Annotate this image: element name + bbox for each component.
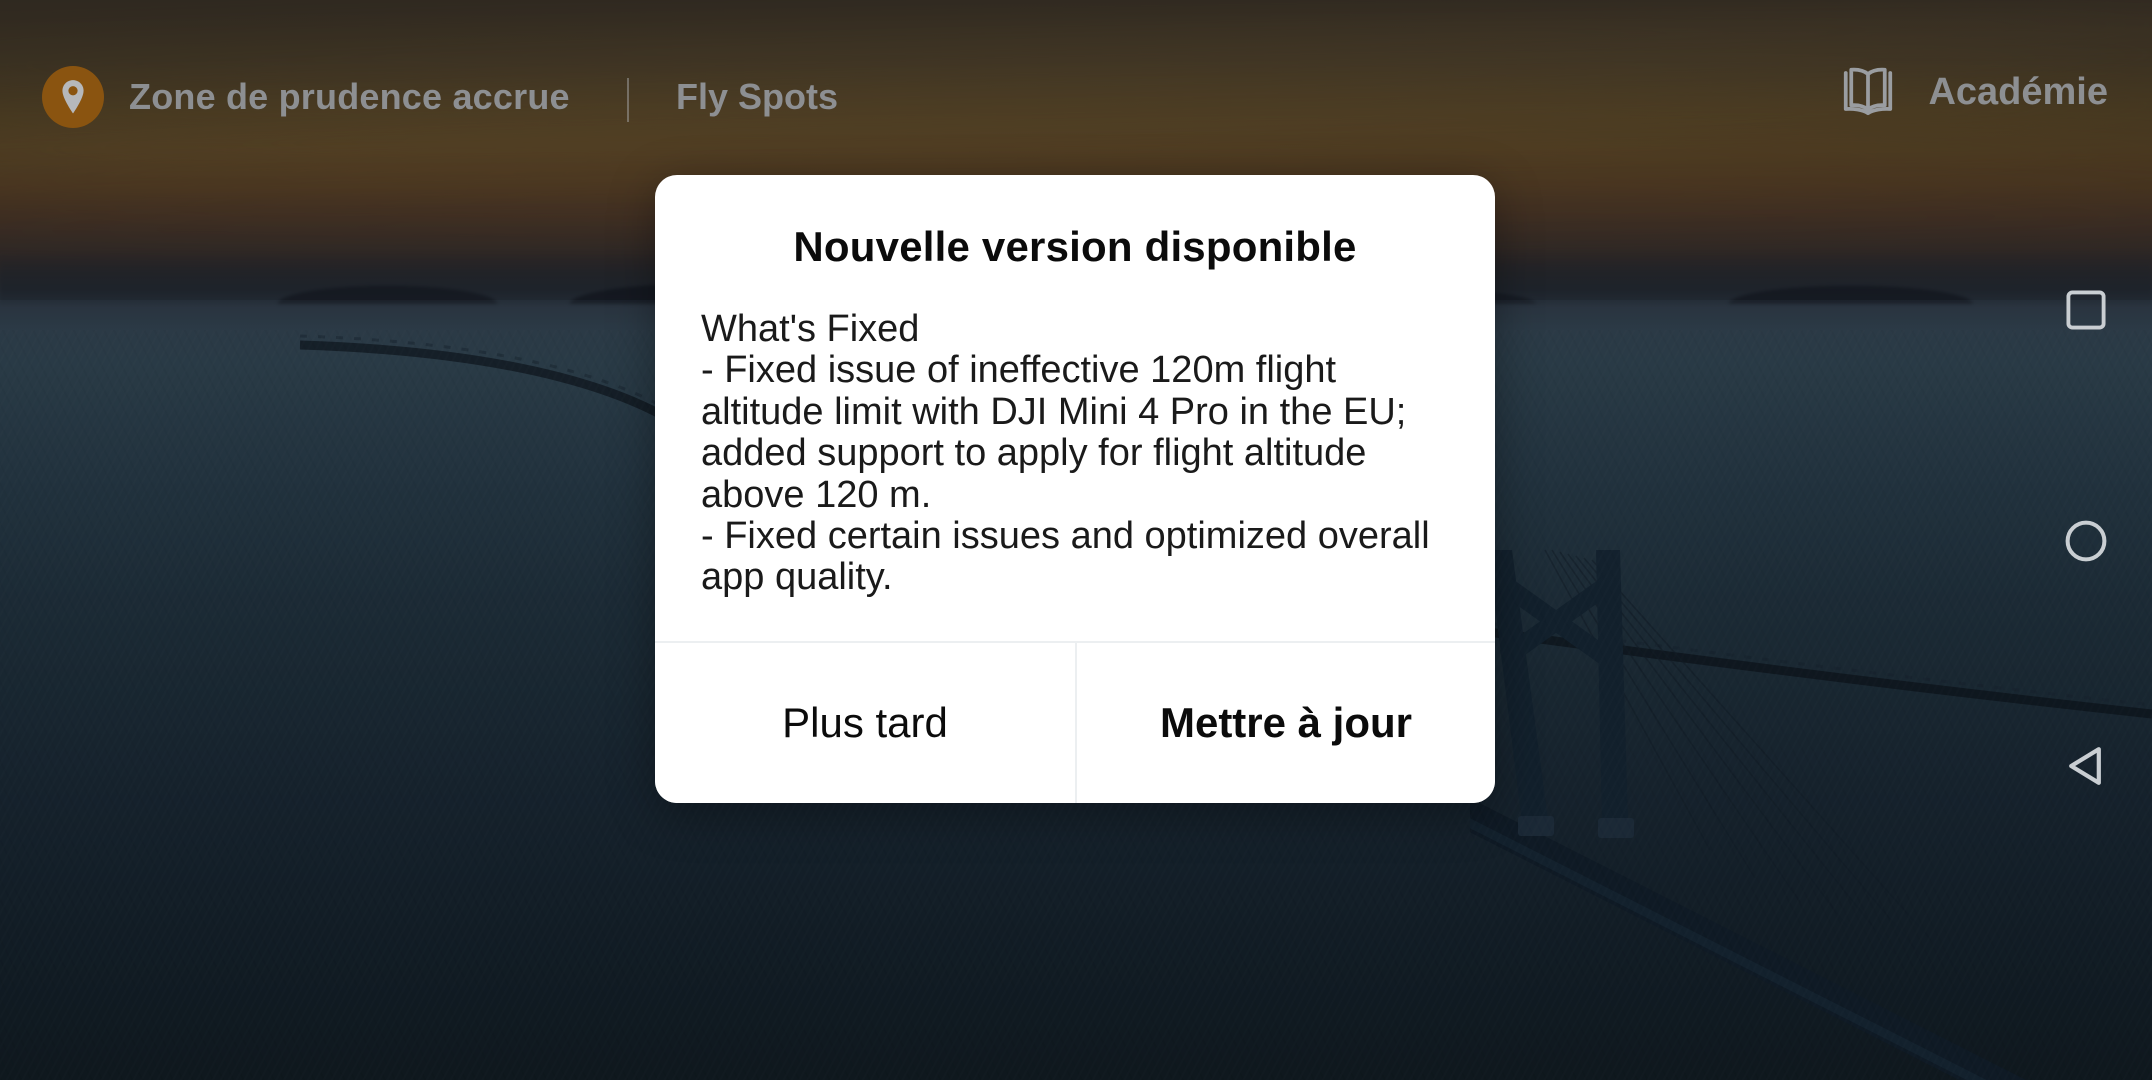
triangle-back-icon[interactable] bbox=[2062, 742, 2110, 790]
dialog-body-text: What's Fixed - Fixed issue of ineffectiv… bbox=[701, 308, 1430, 599]
location-pin-icon bbox=[42, 66, 104, 128]
square-recents-icon[interactable] bbox=[2064, 288, 2108, 332]
open-book-icon bbox=[1838, 60, 1898, 125]
dialog-action-row: Plus tard Mettre à jour bbox=[655, 640, 1495, 803]
caution-zone-button[interactable]: Zone de prudence accrue bbox=[42, 66, 570, 128]
update-dialog: Nouvelle version disponible What's Fixed… bbox=[655, 175, 1495, 803]
app-screen: Zone de prudence accrue Fly Spots Académ… bbox=[0, 0, 2152, 1080]
dialog-title: Nouvelle version disponible bbox=[793, 223, 1357, 270]
topbar-divider bbox=[627, 78, 629, 122]
caution-zone-label: Zone de prudence accrue bbox=[129, 76, 570, 117]
bottom-bar: Album SkyPixel Profil Guide de connexion bbox=[0, 910, 2152, 1080]
update-button[interactable]: Mettre à jour bbox=[1075, 642, 1495, 803]
android-navigation-bar bbox=[2020, 0, 2152, 1080]
top-bar: Zone de prudence accrue Fly Spots Académ… bbox=[0, 0, 2152, 200]
circle-home-icon[interactable] bbox=[2063, 518, 2109, 564]
fly-spots-button[interactable]: Fly Spots bbox=[676, 76, 838, 118]
later-button[interactable]: Plus tard bbox=[655, 642, 1075, 803]
